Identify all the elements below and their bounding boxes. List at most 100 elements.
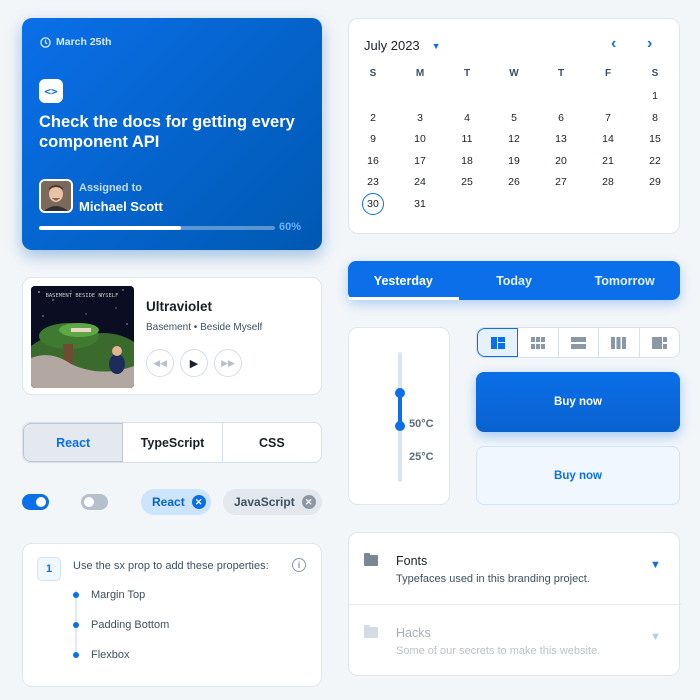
chip-javascript[interactable]: JavaScript ✕ — [223, 489, 322, 515]
calendar-day[interactable]: 8 — [644, 107, 666, 129]
agenda-view-icon — [571, 336, 587, 349]
accordion-subtitle: Some of our secrets to make this website… — [396, 645, 601, 657]
calendar-day[interactable]: 23 — [362, 171, 384, 193]
weekday-header: T — [463, 68, 471, 79]
calendar-month-label: July 2023 — [364, 38, 420, 53]
buy-now-primary-button[interactable]: Buy now — [476, 372, 680, 432]
calendar-day[interactable]: 27 — [550, 171, 572, 193]
rewind-icon: ◀◀ — [153, 357, 167, 368]
temperature-slider[interactable] — [395, 352, 405, 482]
calendar-day[interactable]: 3 — [409, 107, 431, 129]
play-button[interactable]: ▶ — [180, 349, 208, 377]
step-text: Use the sx prop to add these properties: — [73, 560, 269, 572]
accordion-title: Hacks — [396, 626, 431, 640]
clock-icon — [40, 36, 51, 48]
calendar-day[interactable]: 14 — [597, 128, 619, 150]
calendar-day[interactable]: 6 — [550, 107, 572, 129]
view-agenda-button[interactable] — [559, 328, 600, 357]
calendar-day[interactable]: 5 — [503, 107, 525, 129]
close-icon[interactable]: ✕ — [191, 495, 206, 509]
calendar-day[interactable]: 28 — [597, 171, 619, 193]
album-art: BASEMENT BESIDE MYSELF — [31, 286, 134, 388]
folder-icon — [364, 553, 378, 566]
calendar-month-selector[interactable]: July 2023 ▼ — [364, 38, 441, 53]
album-art-text: BASEMENT BESIDE MYSELF — [46, 293, 119, 299]
calendar-day[interactable]: 15 — [644, 128, 666, 150]
toggle-css[interactable]: CSS — [223, 423, 321, 462]
calendar-day[interactable]: 13 — [550, 128, 572, 150]
view-week-button[interactable] — [599, 328, 640, 357]
quilt-view-icon — [490, 336, 505, 349]
calendar-day[interactable]: 30 — [362, 193, 384, 215]
toggle-typescript[interactable]: TypeScript — [123, 423, 223, 462]
accordion-title: Fonts — [396, 554, 428, 568]
accordion-item-hacks[interactable]: Hacks Some of our secrets to make this w… — [349, 604, 681, 676]
chevron-left-icon[interactable]: ‹ — [611, 35, 616, 53]
calendar-day[interactable]: 18 — [456, 150, 478, 172]
module-view-icon — [530, 336, 545, 349]
toggle-react[interactable]: React — [23, 423, 124, 462]
calendar-day[interactable]: 21 — [597, 150, 619, 172]
fast-forward-icon: ▶▶ — [221, 357, 235, 368]
view-quilt-button[interactable] — [477, 328, 519, 357]
chevron-down-icon[interactable]: ▼ — [650, 559, 661, 571]
progress-bar — [39, 226, 275, 230]
calendar-day[interactable]: 16 — [362, 150, 384, 172]
chip-react[interactable]: React ✕ — [141, 489, 211, 515]
chevron-right-icon[interactable]: › — [647, 35, 652, 53]
weekday-header: F — [604, 68, 612, 79]
calendar-day[interactable]: 11 — [456, 128, 478, 150]
temperature-slider-card: 50°C 25°C — [348, 327, 450, 505]
calendar-day[interactable]: 31 — [409, 193, 431, 215]
switch-knob — [84, 497, 94, 507]
calendar-day[interactable]: 9 — [362, 128, 384, 150]
switch-knob — [36, 497, 46, 507]
calendar-day[interactable]: 1 — [644, 85, 666, 107]
assigned-label: Assigned to — [79, 182, 142, 194]
view-toggle-group — [476, 327, 680, 358]
song-title: Ultraviolet — [146, 299, 213, 314]
slider-thumb-low[interactable] — [395, 420, 405, 431]
tab-tomorrow[interactable]: Tomorrow — [569, 261, 680, 300]
bullet-dot — [73, 622, 79, 628]
calendar-day[interactable]: 4 — [456, 107, 478, 129]
buy-now-secondary-button[interactable]: Buy now — [476, 446, 680, 505]
week-view-icon — [611, 336, 627, 349]
switch-off[interactable] — [81, 494, 108, 510]
calendar-day[interactable]: 24 — [409, 171, 431, 193]
info-icon[interactable]: i — [292, 558, 306, 572]
calendar-day[interactable]: 17 — [409, 150, 431, 172]
weekday-header: W — [509, 68, 519, 79]
assignee-name: Michael Scott — [79, 199, 163, 214]
chevron-down-icon[interactable]: ▼ — [650, 631, 661, 643]
progress-fill — [39, 226, 181, 230]
calendar-day[interactable]: 20 — [550, 150, 572, 172]
song-artist: Basement • Beside Myself — [146, 322, 263, 333]
calendar-day[interactable]: 2 — [362, 107, 384, 129]
switch-on[interactable] — [22, 494, 49, 510]
calendar-day[interactable]: 19 — [503, 150, 525, 172]
step-item-margin-top: Margin Top — [91, 589, 146, 601]
calendar-day[interactable]: 10 — [409, 128, 431, 150]
weekday-header: T — [557, 68, 565, 79]
task-date: March 25th — [40, 36, 111, 48]
calendar-day[interactable]: 25 — [456, 171, 478, 193]
tab-today[interactable]: Today — [459, 261, 570, 300]
calendar-day[interactable]: 12 — [503, 128, 525, 150]
calendar-day[interactable]: 7 — [597, 107, 619, 129]
slider-thumb-high[interactable] — [395, 388, 405, 398]
view-sidebar-button[interactable] — [640, 328, 679, 357]
calendar-day[interactable]: 26 — [503, 171, 525, 193]
rewind-button[interactable]: ◀◀ — [146, 349, 174, 377]
tab-yesterday[interactable]: Yesterday — [348, 261, 459, 300]
calendar: July 2023 ▼ ‹ › S M T W T F S 1 2 3 4 5 6 7 8 9 10 11 12 13… — [348, 18, 680, 234]
close-icon[interactable]: ✕ — [301, 495, 316, 509]
date-tabs: Yesterday Today Tomorrow — [348, 261, 680, 300]
accordion-item-fonts[interactable]: Fonts Typefaces used in this branding pr… — [349, 533, 681, 605]
view-module-button[interactable] — [518, 328, 559, 357]
steps-card: 1 Use the sx prop to add these propertie… — [22, 543, 322, 687]
calendar-day[interactable]: 22 — [644, 150, 666, 172]
fast-forward-button[interactable]: ▶▶ — [214, 349, 242, 377]
accordion: Fonts Typefaces used in this branding pr… — [348, 532, 681, 676]
calendar-day[interactable]: 29 — [644, 171, 666, 193]
